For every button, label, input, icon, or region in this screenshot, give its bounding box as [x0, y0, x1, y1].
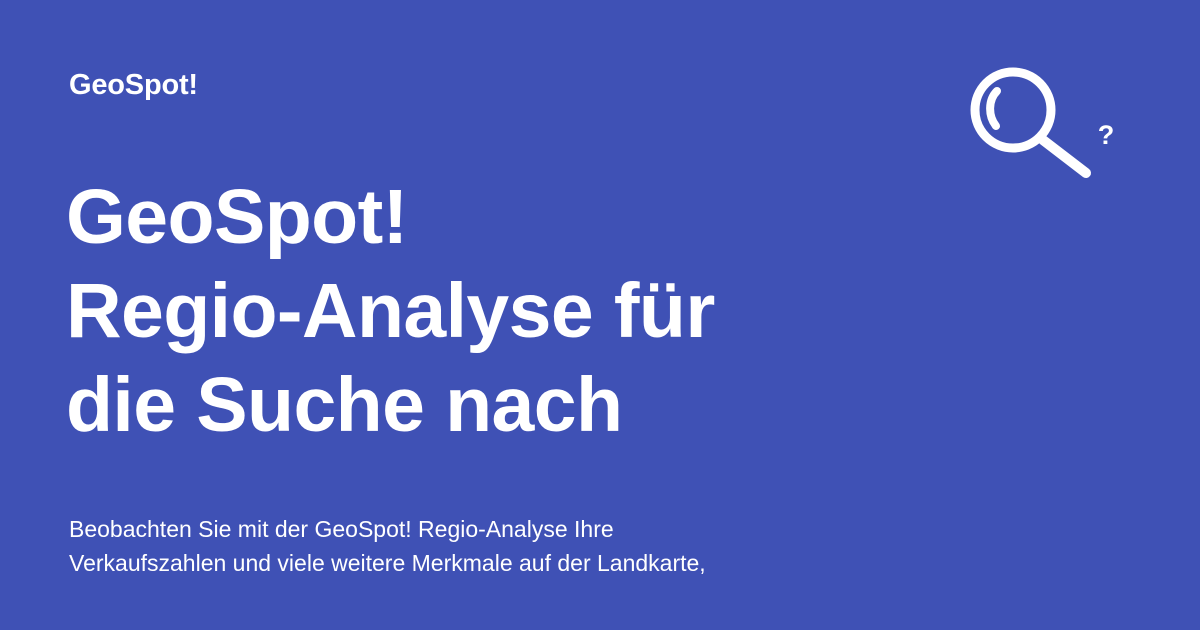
description: Beobachten Sie mit der GeoSpot! Regio-An… — [69, 512, 969, 580]
description-line-1: Beobachten Sie mit der GeoSpot! Regio-An… — [69, 516, 614, 542]
share-card: GeoSpot! ? GeoSpot! Regio-Analyse für di… — [0, 0, 1200, 630]
headline-line-2: Regio-Analyse für — [66, 268, 715, 354]
headline-line-3: die Suche nach — [66, 362, 623, 448]
description-line-2: Verkaufszahlen und viele weitere Merkmal… — [69, 550, 706, 576]
brand-name: GeoSpot! — [69, 69, 198, 101]
magnifying-glass-question-icon: ? — [970, 67, 1115, 178]
headline: GeoSpot! Regio-Analyse für die Suche nac… — [66, 170, 936, 452]
headline-line-1: GeoSpot! — [66, 174, 408, 260]
question-mark-icon: ? — [1098, 120, 1115, 150]
